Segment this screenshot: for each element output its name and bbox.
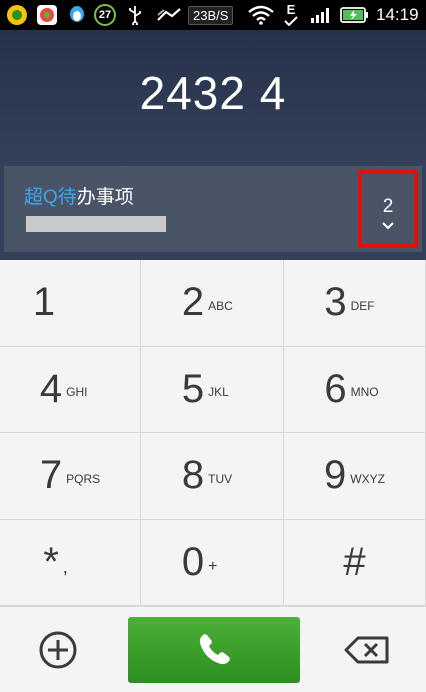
key-5[interactable]: 5 JKL: [141, 346, 284, 433]
key-letters: MNO: [350, 385, 379, 400]
key-letters: GHI: [66, 385, 88, 400]
key-digit: 0: [181, 539, 205, 584]
key-8[interactable]: 8 TUV: [141, 433, 284, 520]
key-3[interactable]: 3 DEF: [284, 260, 426, 347]
clock: 14:19: [376, 0, 419, 30]
key-digit: 5: [181, 366, 205, 411]
notification-count-badge: 27: [94, 0, 116, 30]
match-count: 2: [382, 196, 394, 217]
suggestion-title-suffix: 办事项: [76, 187, 134, 208]
phone-icon: [199, 634, 230, 665]
key-digit: 7: [39, 453, 63, 498]
backspace-button[interactable]: [344, 635, 390, 665]
key-4[interactable]: 4 GHI: [0, 346, 141, 433]
call-button[interactable]: [128, 617, 300, 683]
key-hash[interactable]: #: [284, 519, 426, 606]
battery-charging-icon: [340, 0, 370, 30]
key-6[interactable]: 6 MNO: [284, 346, 426, 433]
key-2[interactable]: 2 ABC: [141, 260, 284, 347]
key-digit: 6: [324, 366, 347, 411]
chevron-down-icon: [362, 218, 414, 234]
gallery-notification-icon: [36, 0, 58, 30]
contact-suggestion-panel: 超Q待办事项 2: [0, 166, 426, 260]
dialed-number[interactable]: 2432 4: [0, 66, 426, 120]
sync-icon: [156, 0, 182, 30]
key-star[interactable]: * ,: [0, 519, 141, 606]
key-digit: 4: [39, 366, 63, 411]
key-letters: TUV: [208, 471, 233, 486]
suggestion-number-redacted: [26, 216, 166, 232]
network-speed: 23B/S: [188, 0, 234, 30]
key-digit: 9: [324, 453, 347, 498]
backspace-icon: [344, 636, 389, 664]
add-circle-icon: [39, 631, 77, 669]
key-digit: 3: [324, 280, 347, 325]
key-letters: +: [208, 558, 218, 576]
key-0[interactable]: 0 +: [141, 519, 284, 606]
suggestion-title-highlight: Q待: [43, 187, 77, 208]
key-7[interactable]: 7 PQRS: [0, 433, 141, 520]
key-letters: PQRS: [66, 471, 101, 486]
match-count-toggle[interactable]: 2: [358, 170, 418, 248]
qq-icon: [66, 0, 88, 30]
key-digit: 1: [32, 280, 56, 325]
key-digit: #: [343, 539, 366, 584]
key-digit: 2: [181, 280, 205, 325]
key-letters: DEF: [350, 298, 375, 313]
key-letters: ABC: [208, 298, 233, 313]
key-9[interactable]: 9 WXYZ: [284, 433, 426, 520]
status-bar: 27 23B/S E 14:19: [0, 0, 426, 30]
suggestion-title: 超Q待办事项: [24, 182, 134, 209]
add-contact-button[interactable]: [38, 630, 78, 670]
dial-keypad: 1 2 ABC 3 DEF 4 GHI 5 JKL 6 MNO 7 PQRS 8…: [0, 260, 426, 606]
signal-strength-icon: [310, 0, 332, 30]
edge-data-icon: E: [284, 0, 298, 30]
key-digit: 8: [181, 453, 205, 498]
key-letters: JKL: [208, 385, 229, 400]
wifi-icon: [248, 0, 274, 30]
carrier-mode: E: [286, 2, 296, 17]
key-letters: ,: [62, 556, 68, 577]
contact-suggestion-card[interactable]: 超Q待办事项 2: [4, 166, 422, 252]
dialer-action-bar: [0, 606, 426, 692]
network-speed-text: 23B/S: [188, 5, 234, 25]
dialer-header: 2432 4: [0, 30, 426, 166]
key-letters: WXYZ: [350, 471, 385, 486]
key-digit: *: [43, 539, 59, 584]
usb-icon: [126, 0, 144, 30]
notification-count: 27: [94, 4, 116, 26]
clock-time: 14:19: [376, 5, 419, 24]
suggestion-title-prefix: 超: [24, 187, 44, 208]
app-notification-icon: [6, 0, 28, 30]
key-1[interactable]: 1: [0, 260, 141, 347]
